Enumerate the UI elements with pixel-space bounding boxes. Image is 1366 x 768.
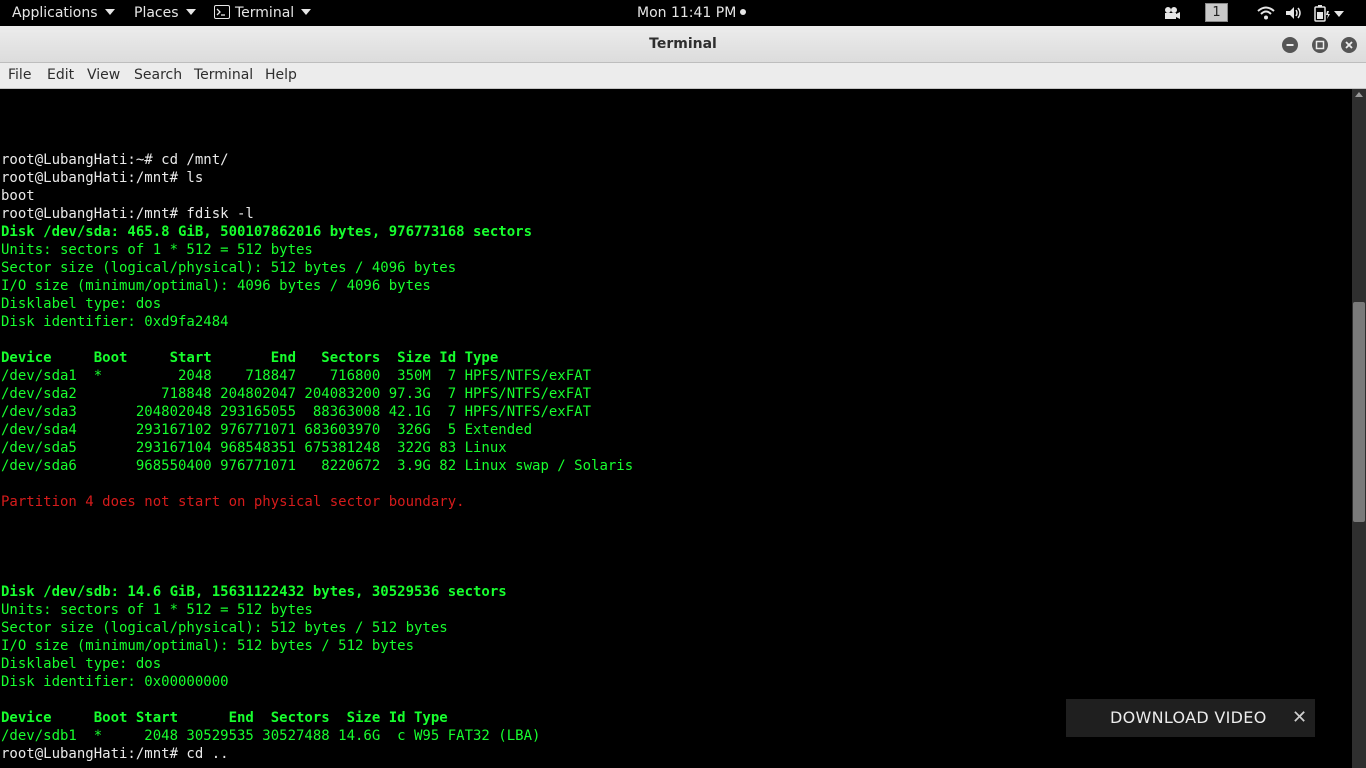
terminal-line: Units: sectors of 1 * 512 = 512 bytes (1, 242, 313, 258)
maximize-icon[interactable] (1312, 37, 1328, 53)
terminal-line: Disk /dev/sdb: 14.6 GiB, 15631122432 byt… (1, 584, 507, 600)
terminal-output[interactable]: root@LubangHati:~# cd /mnt/root@LubangHa… (0, 89, 1352, 768)
download-video-button[interactable]: DOWNLOAD VIDEO (1110, 699, 1267, 737)
app-menu[interactable]: Terminal (214, 0, 312, 26)
terminal-line: /dev/sda3 204802048 293165055 88363008 4… (1, 404, 592, 420)
terminal-line: /dev/sda1 * 2048 718847 716800 350M 7 HP… (1, 368, 592, 384)
menu-search[interactable]: Search (134, 63, 182, 88)
terminal-line: /dev/sda6 968550400 976771071 8220672 3.… (1, 458, 634, 474)
menu-terminal[interactable]: Terminal (194, 63, 253, 88)
terminal-line: /dev/sdb1 * 2048 30529535 30527488 14.6G… (1, 728, 541, 744)
menu-file[interactable]: File (8, 63, 31, 88)
terminal-line: Device Boot Start End Sectors Size Id Ty… (1, 710, 448, 726)
top-panel: Applications Places Terminal Mon 11:41 P… (0, 0, 1366, 26)
close-icon[interactable] (1341, 37, 1357, 53)
wifi-icon[interactable] (1257, 6, 1275, 20)
terminal-line: /dev/sda2 718848 204802047 204083200 97.… (1, 386, 592, 402)
menu-bar: File Edit View Search Terminal Help (0, 63, 1366, 89)
terminal-line: Disk identifier: 0xd9fa2484 (1, 314, 229, 330)
terminal-app-icon (214, 5, 230, 19)
terminal-line: I/O size (minimum/optimal): 512 bytes / … (1, 638, 415, 654)
close-banner-icon[interactable]: ✕ (1292, 699, 1307, 737)
terminal-line: Disklabel type: dos (1, 296, 162, 312)
download-video-banner[interactable]: DOWNLOAD VIDEO ✕ (1066, 699, 1315, 737)
vertical-scrollbar[interactable] (1352, 89, 1366, 768)
chevron-down-icon (104, 9, 115, 15)
menu-view[interactable]: View (87, 63, 120, 88)
terminal-line: root@LubangHati:/mnt# fdisk -l (1, 206, 254, 222)
menu-edit[interactable]: Edit (47, 63, 74, 88)
window-title: Terminal (649, 36, 717, 52)
places-menu[interactable]: Places (134, 0, 196, 26)
terminal-line: boot (1, 188, 35, 204)
menu-help[interactable]: Help (265, 63, 297, 88)
applications-menu[interactable]: Applications (12, 0, 115, 26)
volume-icon[interactable] (1285, 6, 1303, 20)
terminal-line: Disk identifier: 0x00000000 (1, 674, 229, 690)
terminal-line: /dev/sda4 293167102 976771071 683603970 … (1, 422, 533, 438)
chevron-down-icon (185, 9, 196, 15)
terminal-line: root@LubangHati:~# cd /mnt/ (1, 152, 229, 168)
scrollbar-thumb[interactable] (1353, 302, 1365, 522)
applications-label: Applications (12, 5, 98, 21)
terminal-line: Partition 4 does not start on physical s… (1, 494, 465, 510)
terminal-line: Disklabel type: dos (1, 656, 162, 672)
system-menu-caret-icon[interactable] (1334, 11, 1344, 17)
terminal-line: /dev/sda5 293167104 968548351 675381248 … (1, 440, 507, 456)
terminal-lines: root@LubangHati:~# cd /mnt/root@LubangHa… (1, 151, 633, 763)
terminal-line: I/O size (minimum/optimal): 4096 bytes /… (1, 278, 431, 294)
clock[interactable]: Mon 11:41 PM (637, 0, 747, 26)
chevron-down-icon (301, 9, 312, 15)
battery-icon[interactable] (1313, 4, 1331, 22)
minimize-icon[interactable] (1282, 37, 1298, 53)
terminal-line: root@LubangHati:/mnt# ls (1, 170, 204, 186)
notification-dot-icon (740, 9, 747, 15)
clock-label: Mon 11:41 PM (637, 5, 737, 21)
terminal-line: root@LubangHati:/mnt# cd .. (1, 746, 229, 762)
places-label: Places (134, 5, 179, 21)
scroll-up-arrow-icon[interactable] (1355, 92, 1363, 97)
window-titlebar[interactable]: Terminal (0, 26, 1366, 63)
terminal-line: Sector size (logical/physical): 512 byte… (1, 260, 457, 276)
terminal-line: Disk /dev/sda: 465.8 GiB, 500107862016 b… (1, 224, 533, 240)
terminal-line: Sector size (logical/physical): 512 byte… (1, 620, 448, 636)
workspace-indicator[interactable]: 1 (1205, 3, 1228, 22)
app-menu-label: Terminal (235, 5, 295, 21)
terminal-line: Device Boot Start End Sectors Size Id Ty… (1, 350, 499, 366)
screencast-icon[interactable] (1163, 6, 1181, 20)
terminal-line: Units: sectors of 1 * 512 = 512 bytes (1, 602, 313, 618)
